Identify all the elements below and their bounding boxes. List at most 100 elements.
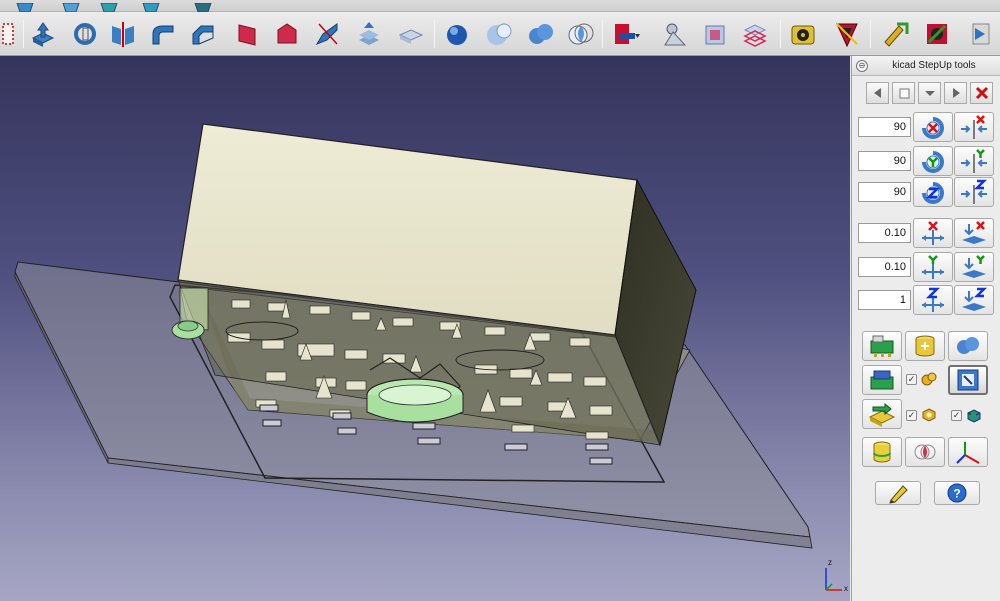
view-top-icon[interactable] [60,0,82,13]
edit-button[interactable] [875,481,921,505]
toolbar-separator [434,20,435,48]
close-icon [975,86,988,100]
translate-x-field[interactable]: 0.10 [858,223,911,243]
rotate-z-icon [922,182,944,204]
align-z-icon [961,179,988,204]
align-x-button[interactable] [954,112,994,142]
rotate-y-field[interactable]: 90 [858,151,911,171]
part-toolbar [0,12,1000,56]
move-z-icon [962,287,988,311]
translate-y-field[interactable]: 0.10 [858,257,911,277]
mirror-icon[interactable] [108,19,138,49]
translate-z-button[interactable] [913,285,953,315]
translate-x-button[interactable] [913,218,953,248]
select-view-button[interactable] [948,365,988,395]
3d-scene [14,123,813,549]
svg-text:?: ? [953,487,960,501]
toolbar-separator [870,20,871,48]
translate-y-button[interactable] [913,252,953,282]
offset-icon[interactable] [396,19,426,49]
toolbar-separator [23,20,24,48]
panel-float-icon[interactable]: ⊖ [856,60,868,72]
view-front-icon[interactable] [14,0,36,13]
fuse-icon [957,337,979,354]
translate-z-icon [922,287,944,312]
move-y-button[interactable] [954,252,994,282]
view-bottom-icon[interactable] [192,0,214,13]
fillet-icon[interactable] [148,19,178,49]
chevron-down-icon [924,91,935,96]
revolve-icon[interactable] [70,19,100,49]
freecad-window: z x ⊖ kicad StepUp tools 90 90 90 0.10 0… [0,0,1000,601]
compound-tools-icon[interactable] [612,19,642,49]
chamfer-icon[interactable] [188,19,218,49]
align-z-button[interactable] [954,177,994,207]
intersection-button[interactable] [905,437,945,467]
option-checkbox-2[interactable]: ✓ [906,410,917,421]
extrude-icon[interactable] [28,19,58,49]
boolean-icon[interactable] [442,19,472,49]
dropdown-button[interactable] [918,82,941,104]
translate-y-icon [922,255,944,279]
help-icon: ? [947,483,967,503]
section-icon[interactable] [700,19,730,49]
measure-linear-icon[interactable] [788,19,818,49]
measure-clear-icon[interactable] [922,19,952,49]
loft-icon[interactable] [312,19,342,49]
fuse-icon[interactable] [526,19,556,49]
rotate-y-icon [922,151,944,173]
move-z-button[interactable] [954,285,994,315]
measure-refresh-icon[interactable] [880,19,910,49]
option-checkbox-1[interactable]: ✓ [906,374,917,385]
stop-button[interactable] [892,82,915,104]
add-cylinder-2-button[interactable] [862,437,902,467]
footprint-icon [868,402,896,427]
toggle-3d-icon[interactable] [964,19,994,49]
measure-angular-icon[interactable] [832,19,862,49]
rotate-z-field[interactable]: 90 [858,182,911,202]
pencil-icon [889,485,908,504]
option-checkbox-3[interactable]: ✓ [951,410,962,421]
close-button[interactable] [970,82,993,104]
sweep-icon[interactable] [354,19,384,49]
rotate-z-button[interactable] [913,177,953,207]
cut-icon[interactable] [484,19,514,49]
intersection-icon [914,444,936,460]
axes-button[interactable] [948,437,988,467]
fuse-shapes-button[interactable] [948,331,988,361]
load-footprint-button[interactable] [862,399,902,429]
make-face-icon[interactable] [232,19,262,49]
gold-nut-icon [921,407,937,423]
align-y-button[interactable] [954,146,994,176]
rotate-y-button[interactable] [913,146,953,176]
rotate-x-field[interactable]: 90 [858,117,911,137]
help-button[interactable]: ? [934,481,980,505]
next-button[interactable] [944,82,967,104]
export-board-button[interactable] [862,365,902,395]
3d-viewport[interactable]: z x [0,56,850,601]
prev-button[interactable] [866,82,889,104]
arrow-left-icon [873,88,881,98]
measure-icon[interactable] [0,19,24,49]
cross-sections-icon[interactable] [740,19,770,49]
axis-triad: z x [818,556,850,596]
rotate-x-icon [922,117,944,139]
add-cylinder-button[interactable] [905,331,945,361]
square-icon [899,88,909,99]
translate-x-icon [922,221,944,245]
common-icon[interactable] [566,19,596,49]
align-y-icon [961,149,987,173]
stepup-tools-panel: ⊖ kicad StepUp tools 90 90 90 0.10 0.10 … [851,56,1000,601]
rotate-x-button[interactable] [913,112,953,142]
arrow-right-icon [952,88,960,98]
axes-icon [956,442,980,464]
move-y-icon [962,255,986,278]
translate-z-field[interactable]: 1 [858,290,911,310]
pcb-align-button[interactable] [862,331,902,361]
view-rear-icon[interactable] [140,0,162,13]
check-geometry-icon[interactable] [660,19,690,49]
ruled-surface-icon[interactable] [272,19,302,49]
view-right-icon[interactable] [98,0,120,13]
panel-titlebar: ⊖ kicad StepUp tools [852,56,1000,76]
move-x-button[interactable] [954,218,994,248]
